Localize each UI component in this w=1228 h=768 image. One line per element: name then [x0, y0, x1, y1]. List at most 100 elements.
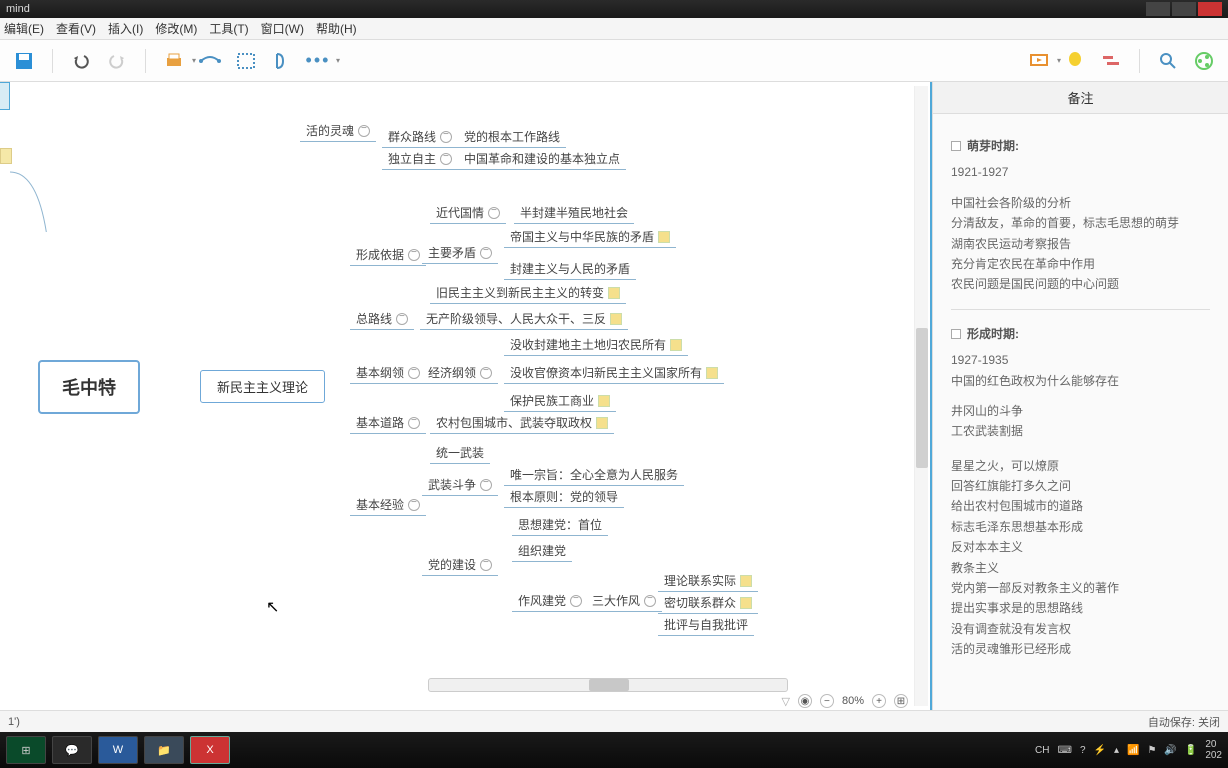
node-xingcheng[interactable]: 形成依据: [350, 244, 426, 266]
node-zhuyao[interactable]: 主要矛盾: [422, 242, 498, 264]
tray-chevron-icon[interactable]: ▴: [1114, 745, 1119, 756]
node-sd3[interactable]: 批评与自我批评: [658, 614, 754, 636]
note-icon[interactable]: [658, 231, 670, 243]
zoom-out-button[interactable]: −: [820, 694, 834, 708]
canvas-footer: ▽ ◉ − 80% + ⊞: [778, 692, 913, 710]
node-sixiang[interactable]: 思想建党：首位: [512, 514, 608, 536]
node-jindai-d[interactable]: 半封建半殖民地社会: [514, 202, 634, 224]
node-sanda[interactable]: 三大作风: [586, 590, 662, 612]
node-zuzhi[interactable]: 组织建党: [512, 540, 572, 562]
taskbar-xmind[interactable]: X: [190, 736, 230, 764]
topic-node[interactable]: 新民主主义理论: [200, 370, 325, 403]
menu-insert[interactable]: 插入(I): [108, 20, 143, 37]
note-icon[interactable]: [706, 367, 718, 379]
root-node[interactable]: 毛中特: [38, 360, 140, 414]
note-icon[interactable]: [598, 395, 610, 407]
node-jiben[interactable]: 基本纲领: [350, 362, 426, 384]
summary-button[interactable]: [268, 47, 296, 75]
menu-help[interactable]: 帮助(H): [316, 20, 357, 37]
menu-modify[interactable]: 修改(M): [155, 20, 197, 37]
node-zonglu-d[interactable]: 无产阶级领导、人民大众干、三反: [420, 308, 628, 330]
note-icon[interactable]: [610, 313, 622, 325]
undo-button[interactable]: [67, 47, 95, 75]
maximize-button[interactable]: [1172, 2, 1196, 16]
taskbar-start-button[interactable]: ⊞: [6, 736, 46, 764]
tray-help-icon[interactable]: ?: [1080, 745, 1086, 756]
node-jiuxin[interactable]: 旧民主主义到新民主主义的转变: [430, 282, 626, 304]
node-qunzhong[interactable]: 群众路线: [382, 126, 458, 148]
tray-battery-icon[interactable]: 🔋: [1185, 745, 1197, 756]
eye-icon[interactable]: ◉: [798, 694, 812, 708]
menu-edit[interactable]: 编辑(E): [4, 20, 44, 37]
node-wuzhuang[interactable]: 武装斗争: [422, 474, 498, 496]
node-wz1[interactable]: 唯一宗旨：全心全意为人民服务: [504, 464, 684, 486]
node-sd1[interactable]: 理论联系实际: [658, 570, 758, 592]
taskbar-explorer[interactable]: 📁: [144, 736, 184, 764]
node-duli-d[interactable]: 中国革命和建设的基本独立点: [458, 148, 626, 170]
search-button[interactable]: [1154, 47, 1182, 75]
status-left: 1'): [8, 716, 20, 728]
node-jj3[interactable]: 保护民族工商业: [504, 390, 616, 412]
tray-flag-icon[interactable]: ⚑: [1147, 745, 1156, 756]
menu-tools[interactable]: 工具(T): [209, 20, 248, 37]
node-wz2[interactable]: 根本原则：党的领导: [504, 486, 624, 508]
node-jindai[interactable]: 近代国情: [430, 202, 506, 224]
node-duli[interactable]: 独立自主: [382, 148, 458, 170]
menu-window[interactable]: 窗口(W): [261, 20, 304, 37]
more-button[interactable]: •••▾: [304, 47, 332, 75]
tray-volume-icon[interactable]: 🔊: [1164, 745, 1176, 756]
zoom-level[interactable]: 80%: [842, 695, 864, 707]
node-zonglu[interactable]: 总路线: [350, 308, 414, 330]
taskbar-word[interactable]: W: [98, 736, 138, 764]
node-daolu[interactable]: 基本道路: [350, 412, 426, 434]
note-icon[interactable]: [740, 597, 752, 609]
boundary-button[interactable]: [232, 47, 260, 75]
vertical-scrollbar[interactable]: [914, 86, 928, 706]
node-jj2[interactable]: 没收官僚资本归新民主主义国家所有: [504, 362, 724, 384]
tray-keyboard-icon[interactable]: ⌨: [1058, 745, 1072, 756]
close-button[interactable]: [1198, 2, 1222, 16]
tray-network-icon[interactable]: 📶: [1127, 745, 1139, 756]
node-dangjian[interactable]: 党的建设: [422, 554, 498, 576]
node-jingji[interactable]: 经济纲领: [422, 362, 498, 384]
node-zuofeng[interactable]: 作风建党: [512, 590, 588, 612]
node-tongyi[interactable]: 统一武装: [430, 442, 490, 464]
share-button[interactable]: [1190, 47, 1218, 75]
node-jingyan[interactable]: 基本经验: [350, 494, 426, 516]
node-daolu-d[interactable]: 农村包围城市、武装夺取政权: [430, 412, 614, 434]
zoom-in-button[interactable]: +: [872, 694, 886, 708]
notes-marker-icon: [951, 329, 961, 339]
note-icon[interactable]: [596, 417, 608, 429]
notes-body[interactable]: 萌芽时期: 1921-1927 中国社会各阶级的分析 分清敌友，革命的首要，标志…: [933, 114, 1228, 710]
save-button[interactable]: [10, 47, 38, 75]
filter-icon[interactable]: ▽: [782, 695, 790, 708]
note-icon[interactable]: [670, 339, 682, 351]
gantt-button[interactable]: [1097, 47, 1125, 75]
relation-button[interactable]: [196, 47, 224, 75]
node-qunzhong-d[interactable]: 党的根本工作路线: [458, 126, 566, 148]
node-jj1[interactable]: 没收封建地主土地归农民所有: [504, 334, 688, 356]
mouse-cursor-icon: ↖: [266, 597, 279, 617]
node-mao1[interactable]: 帝国主义与中华民族的矛盾: [504, 226, 676, 248]
node-huoling[interactable]: 活的灵魂: [300, 120, 376, 142]
node-mao2[interactable]: 封建主义与人民的矛盾: [504, 258, 636, 280]
note-icon[interactable]: [740, 575, 752, 587]
fit-button[interactable]: ⊞: [894, 694, 908, 708]
tray-ime[interactable]: CH: [1035, 745, 1049, 756]
idea-button[interactable]: [1061, 47, 1089, 75]
taskbar-wechat[interactable]: 💬: [52, 736, 92, 764]
tray-clock[interactable]: 20202: [1205, 739, 1222, 761]
redo-button[interactable]: [103, 47, 131, 75]
canvas[interactable]: 毛中特 新民主主义理论 活的灵魂 群众路线 党的根本工作路线 独立自主 中国革命…: [0, 82, 932, 710]
horizontal-scrollbar[interactable]: [428, 678, 788, 692]
menu-view[interactable]: 查看(V): [56, 20, 96, 37]
outline-tab[interactable]: [0, 82, 10, 110]
collapsed-node-icon[interactable]: [0, 148, 12, 164]
note-icon[interactable]: [608, 287, 620, 299]
minimize-button[interactable]: [1146, 2, 1170, 16]
notes-panel: 备注 萌芽时期: 1921-1927 中国社会各阶级的分析 分清敌友，革命的首要…: [932, 82, 1228, 710]
print-button[interactable]: ▾: [160, 47, 188, 75]
presentation-button[interactable]: ▾: [1025, 47, 1053, 75]
tray-power-icon[interactable]: ⚡: [1094, 745, 1106, 756]
node-sd2[interactable]: 密切联系群众: [658, 592, 758, 614]
